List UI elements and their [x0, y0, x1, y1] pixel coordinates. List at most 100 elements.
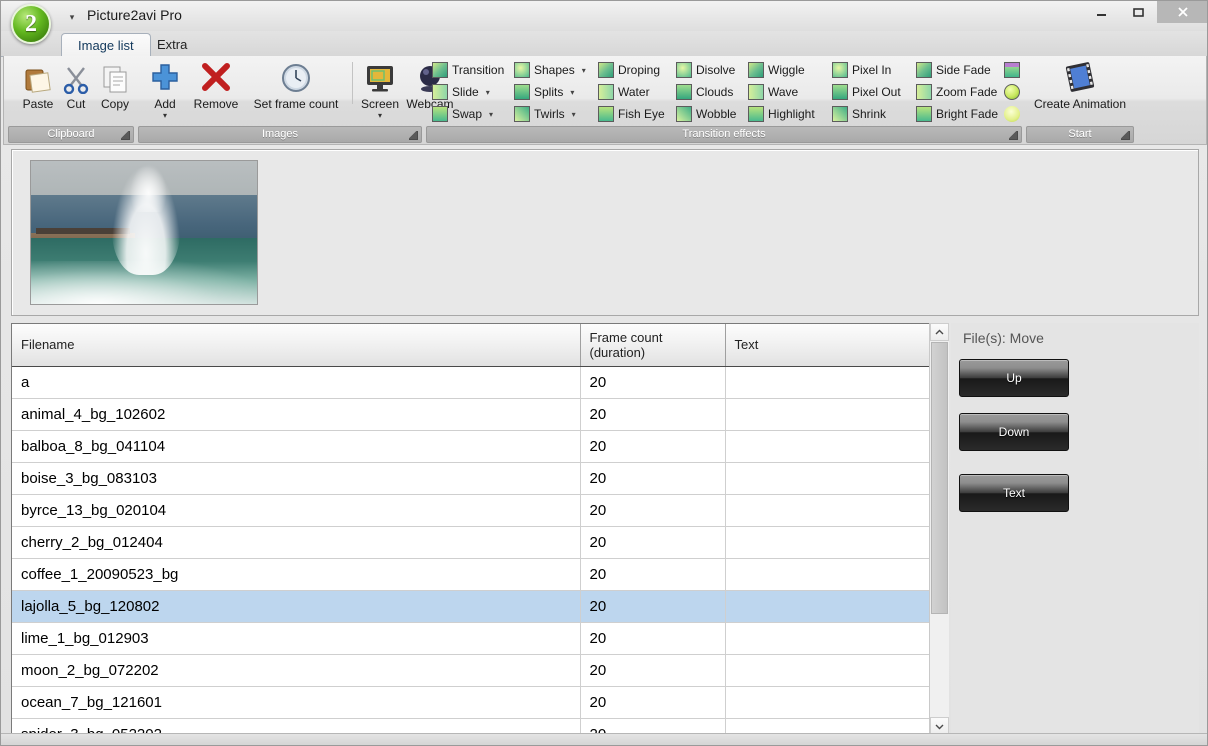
screen-chevron-down-icon[interactable]: ▾ [378, 112, 382, 120]
maximize-button[interactable] [1120, 1, 1157, 23]
tab-image-list[interactable]: Image list [61, 33, 151, 58]
text-button[interactable]: Text [959, 474, 1069, 512]
copy-label: Copy [100, 97, 129, 111]
add-chevron-down-icon[interactable]: ▾ [163, 112, 167, 120]
table-row[interactable]: lime_1_bg_012903 20 [12, 622, 948, 655]
effect-label: Clouds [696, 85, 734, 99]
cut-button[interactable]: Cut [56, 60, 96, 122]
cell-frame-count: 20 [580, 590, 726, 623]
status-bar [1, 733, 1207, 745]
quick-access-chevron-down-icon[interactable]: ▾ [65, 10, 79, 24]
effect-chevron-down-icon[interactable]: ▾ [572, 110, 576, 119]
effect-label: Water [618, 85, 650, 99]
set-frame-count-button[interactable]: Set frame count [244, 60, 348, 122]
effect-button-shrink[interactable]: Shrink [830, 104, 912, 124]
text-label: Text [1002, 486, 1025, 500]
remove-button[interactable]: Remove [190, 60, 242, 122]
title-bar: 2 ▾ Picture2avi Pro [1, 1, 1207, 44]
effect-button-swap[interactable]: Swap ▾ [430, 104, 510, 124]
cell-text [725, 526, 948, 559]
remove-label: Remove [193, 97, 239, 111]
table-row[interactable]: cherry_2_bg_012404 20 [12, 526, 948, 559]
table-row[interactable]: moon_2_bg_072202 20 [12, 654, 948, 687]
effect-button-droping[interactable]: Droping [596, 60, 672, 80]
table-row[interactable]: balboa_8_bg_041104 20 [12, 430, 948, 463]
images-dialog-launcher-icon[interactable] [409, 131, 418, 140]
effect-button-fish-eye[interactable]: Fish Eye [596, 104, 672, 124]
close-button[interactable] [1157, 1, 1207, 23]
effect-button-wiggle[interactable]: Wiggle [746, 60, 828, 80]
column-header-filename[interactable]: Filename [12, 324, 581, 367]
table-row[interactable]: boise_3_bg_083103 20 [12, 462, 948, 495]
effect-chevron-down-icon[interactable]: ▾ [489, 110, 493, 119]
start-dialog-launcher-icon[interactable] [1121, 131, 1130, 140]
cell-frame-count: 20 [580, 366, 726, 399]
effect-button-splits[interactable]: Splits ▾ [512, 82, 594, 102]
effect-label: Side Fade [936, 63, 991, 77]
column-header-text[interactable]: Text [725, 324, 948, 367]
effect-button-transition[interactable]: Transition [430, 60, 510, 80]
images-group-label: Images [138, 126, 422, 143]
ribbon-group-images: Add ▾ Remove Set frame count Screen ▾ We… [138, 58, 454, 143]
table-row[interactable]: byrce_13_bg_020104 20 [12, 494, 948, 527]
effect-button-wobble[interactable]: Wobble [674, 104, 744, 124]
effect-chevron-down-icon[interactable]: ▾ [570, 88, 574, 97]
column-header-frame-count[interactable]: Frame count (duration) [580, 324, 726, 367]
effect-label: Wiggle [768, 63, 805, 77]
clipboard-dialog-launcher-icon[interactable] [121, 131, 130, 140]
effect-button-wave[interactable]: Wave [746, 82, 828, 102]
start-group-label-text: Start [1068, 128, 1092, 140]
effect-thumbnail-icon [832, 84, 848, 100]
copy-button[interactable]: Copy [94, 60, 136, 122]
effect-button-clouds[interactable]: Clouds [674, 82, 744, 102]
effect-button-bright-fade[interactable]: Bright Fade [914, 104, 1010, 124]
effect-button-slide[interactable]: Slide ▾ [430, 82, 510, 102]
clock-icon [280, 60, 312, 94]
chevron-down-icon [935, 724, 944, 729]
table-row[interactable]: lajolla_5_bg_120802 20 [12, 590, 948, 623]
scrollbar-thumb[interactable] [931, 342, 948, 614]
effect-button-side-fade[interactable]: Side Fade [914, 60, 1010, 80]
create-animation-label: Create Animation [1033, 97, 1127, 111]
table-row[interactable]: animal_4_bg_102602 20 [12, 398, 948, 431]
glow-effect-icon [1004, 106, 1020, 122]
table-row[interactable]: a 20 [12, 366, 948, 399]
screen-button[interactable]: Screen ▾ [358, 60, 402, 122]
cell-text [725, 494, 948, 527]
tab-extra[interactable]: Extra [141, 33, 203, 58]
move-up-button[interactable]: Up [959, 359, 1069, 397]
effect-button-twirls[interactable]: Twirls ▾ [512, 104, 594, 124]
effect-button-glow-effect[interactable] [1002, 104, 1022, 124]
effect-button-pixel-in[interactable]: Pixel In [830, 60, 912, 80]
add-button[interactable]: Add ▾ [142, 60, 188, 122]
transition-effects-group-label: Transition effects [426, 126, 1022, 143]
effect-thumbnail-icon [916, 106, 932, 122]
move-down-button[interactable]: Down [959, 413, 1069, 451]
effect-button-stripes-effect[interactable] [1002, 60, 1022, 80]
cell-frame-count: 20 [580, 686, 726, 719]
table-row[interactable]: coffee_1_20090523_bg 20 [12, 558, 948, 591]
transition-effects-dialog-launcher-icon[interactable] [1009, 131, 1018, 140]
effect-button-disolve[interactable]: Disolve [674, 60, 744, 80]
effect-button-water[interactable]: Water [596, 82, 672, 102]
cell-filename: a [12, 366, 581, 399]
image-preview[interactable] [30, 160, 258, 305]
scroll-up-button[interactable] [930, 323, 949, 341]
sphere-effect-icon [1004, 84, 1020, 100]
effect-chevron-down-icon[interactable]: ▾ [486, 88, 490, 97]
create-animation-button[interactable]: Create Animation [1028, 60, 1132, 122]
effect-button-sphere-effect[interactable] [1002, 82, 1022, 102]
effect-chevron-down-icon[interactable]: ▾ [582, 66, 586, 75]
red-x-icon [200, 60, 232, 94]
table-vertical-scrollbar[interactable] [929, 323, 949, 735]
cell-frame-count: 20 [580, 430, 726, 463]
tab-extra-label: Extra [157, 37, 188, 52]
plus-icon [148, 60, 182, 94]
minimize-button[interactable] [1083, 1, 1120, 23]
effect-button-highlight[interactable]: Highlight [746, 104, 828, 124]
table-row[interactable]: ocean_7_bg_121601 20 [12, 686, 948, 719]
effect-button-shapes[interactable]: Shapes ▾ [512, 60, 594, 80]
image-list-table-container[interactable]: Filename Frame count (duration) Text a 20… [11, 323, 949, 735]
effect-button-pixel-out[interactable]: Pixel Out [830, 82, 912, 102]
effect-button-zoom-fade[interactable]: Zoom Fade [914, 82, 1010, 102]
